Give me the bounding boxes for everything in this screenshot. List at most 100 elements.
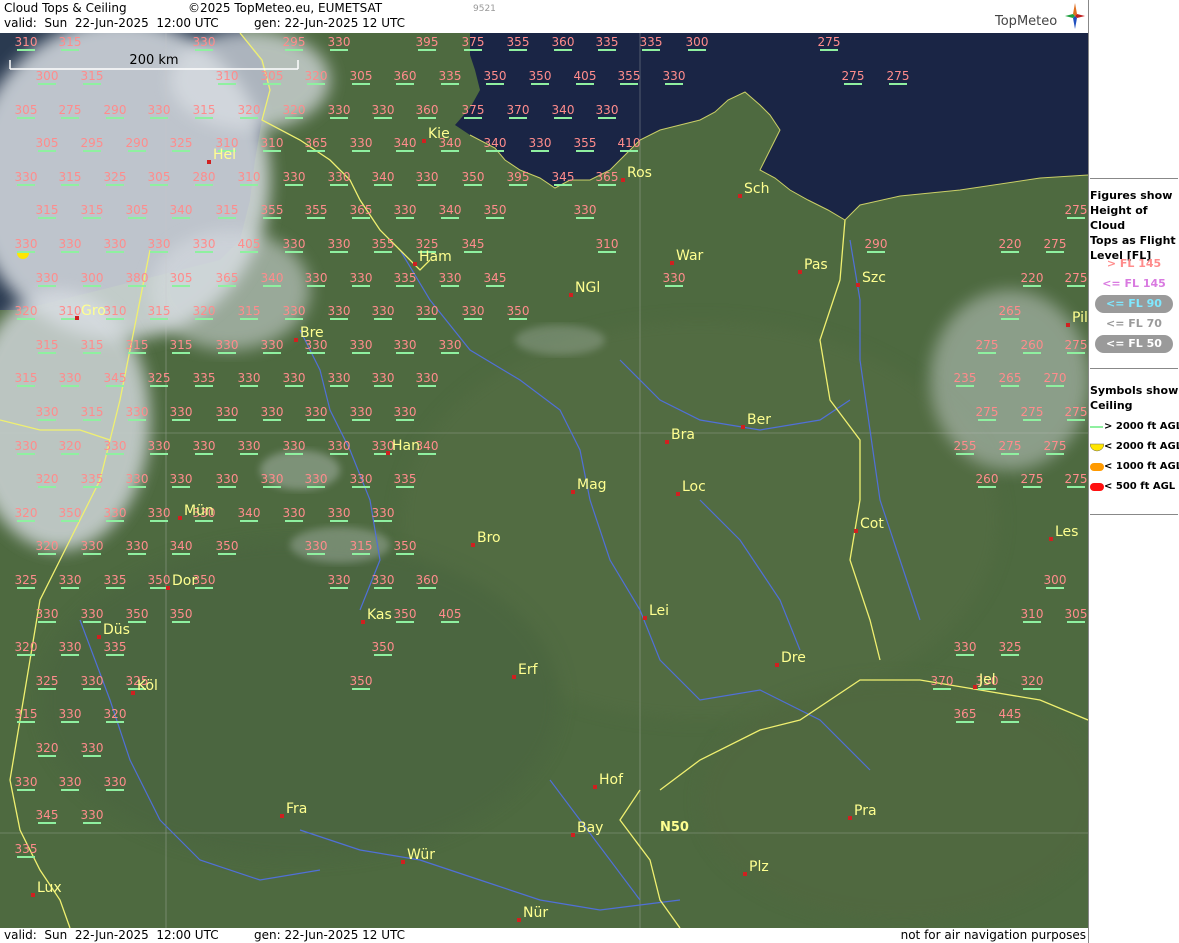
- cloud-top-text: 330: [283, 439, 306, 453]
- cloud-top-value: 315: [81, 203, 103, 219]
- cloud-top-text: 320: [1021, 674, 1044, 688]
- ceiling-symbol: [172, 419, 190, 421]
- cloud-top-text: 325: [36, 674, 59, 688]
- cloud-top-value: 320: [15, 304, 37, 320]
- cloud-top-value: 330: [216, 472, 238, 488]
- cloud-top-value: 330: [350, 472, 372, 488]
- ceiling-symbol: [285, 49, 303, 51]
- ceiling-symbol: [128, 419, 146, 421]
- city-dot: [471, 543, 475, 547]
- city-dot: [665, 440, 669, 444]
- cloud-top-value: 330: [439, 338, 462, 354]
- ceiling-symbol: [1023, 352, 1041, 354]
- cloud-top-text: 355: [618, 69, 641, 83]
- legend-symbol-label: < 2000 ft AGL: [1104, 441, 1179, 452]
- ceiling-symbol: [598, 184, 616, 186]
- cloud-top-text: 350: [484, 69, 507, 83]
- ceiling-symbol: [61, 49, 79, 51]
- cloud-top-text: 330: [439, 338, 462, 352]
- city-dot: [569, 293, 573, 297]
- ceiling-symbol: [106, 587, 124, 589]
- ceiling-symbol: [83, 352, 101, 354]
- cloud-top-text: 220: [1021, 271, 1044, 285]
- cloud-top-value: 280: [193, 170, 215, 186]
- ceiling-symbol: [374, 385, 392, 387]
- cloud-top-text: 310: [238, 170, 261, 184]
- cloud-top-text: 405: [574, 69, 597, 83]
- ceiling-symbol: [150, 184, 168, 186]
- ceiling-symbol: [17, 789, 35, 791]
- city-name: Ham: [419, 249, 452, 265]
- cloud-top-text: 335: [640, 35, 663, 49]
- ceiling-symbol: [38, 217, 56, 219]
- ceiling-symbol: [441, 285, 459, 287]
- ceiling-symbol: [240, 251, 258, 253]
- cloud-top-text: 330: [663, 271, 686, 285]
- cloud-top-value: 330: [81, 607, 103, 623]
- cloud-top-text: 305: [261, 69, 284, 83]
- ceiling-symbol: [374, 251, 392, 253]
- cloud-top-text: 330: [36, 405, 59, 419]
- legend-symbol-item: < 500 ft AGL: [1089, 479, 1179, 497]
- ceiling-symbol: [172, 285, 190, 287]
- ceiling-symbol: [106, 385, 124, 387]
- ceiling-symbol: [978, 486, 996, 488]
- cloud-top-value: 365: [305, 136, 327, 152]
- ceiling-symbol: [61, 520, 79, 522]
- cloud-top-text: 310: [15, 35, 38, 49]
- ceiling-symbol: [83, 688, 101, 690]
- ceiling-symbol: [330, 117, 348, 119]
- cloud-top-value: 330: [328, 573, 350, 589]
- city-name: Hel: [213, 147, 236, 163]
- ceiling-symbol: [263, 83, 281, 85]
- cloud-top-text: 315: [59, 35, 82, 49]
- cloud-top-value: 330: [328, 103, 350, 119]
- cloud-top-text: 330: [216, 405, 239, 419]
- ceiling-symbol: [263, 217, 281, 219]
- ceiling-symbol: [1001, 385, 1019, 387]
- cloud-top-value: 330: [663, 69, 685, 85]
- city-name: Mag: [577, 477, 607, 493]
- cloud-top-text: 290: [104, 103, 127, 117]
- ceiling-symbol: [285, 318, 303, 320]
- cloud-top-value: 330: [328, 170, 350, 186]
- city-dot: [856, 283, 860, 287]
- ceiling-symbol: [38, 419, 56, 421]
- cloud-top-text: 355: [574, 136, 597, 150]
- ceiling-symbol: [83, 217, 101, 219]
- ceiling-symbol: [61, 251, 79, 253]
- city-name: Kie: [428, 126, 450, 142]
- cloud-top-text: 330: [439, 271, 462, 285]
- header: Cloud Tops & Ceiling ©2025 TopMeteo.eu, …: [0, 0, 1088, 33]
- ceiling-symbol: [263, 352, 281, 354]
- ceiling-symbol: [978, 688, 996, 690]
- cloud-top-value: 395: [416, 35, 438, 51]
- ceiling-symbol: [38, 822, 56, 824]
- cloud-top-value: 330: [372, 103, 394, 119]
- cloud-top-text: 330: [81, 539, 104, 553]
- city-dot: [166, 586, 170, 590]
- cloud-top-text: 330: [416, 304, 439, 318]
- ceiling-symbol: [17, 251, 35, 253]
- cloud-top-value: 340: [484, 136, 506, 152]
- city-name: Düs: [103, 622, 130, 638]
- ceiling-symbol: [195, 453, 213, 455]
- cloud-top-text: 260: [1021, 338, 1044, 352]
- ceiling-symbol: [106, 251, 124, 253]
- cloud-top-text: 345: [462, 237, 485, 251]
- cloud-top-value: 355: [261, 203, 283, 219]
- city-name: Bra: [671, 427, 695, 443]
- cloud-top-value: 330: [328, 371, 350, 387]
- cloud-top-text: 365: [216, 271, 239, 285]
- cloud-top-value: 275: [1065, 472, 1087, 488]
- ceiling-symbol: [195, 318, 213, 320]
- ceiling-symbol: [396, 352, 414, 354]
- city-dot: [775, 663, 779, 667]
- cloud-top-value: 330: [238, 371, 260, 387]
- cloud-top-text: 325: [104, 170, 127, 184]
- ceiling-symbol: [106, 721, 124, 723]
- cloud-top-text: 330: [59, 371, 82, 385]
- ceiling-symbol: [38, 352, 56, 354]
- cloud-top-value: 310: [15, 35, 38, 51]
- city-dot: [207, 160, 211, 164]
